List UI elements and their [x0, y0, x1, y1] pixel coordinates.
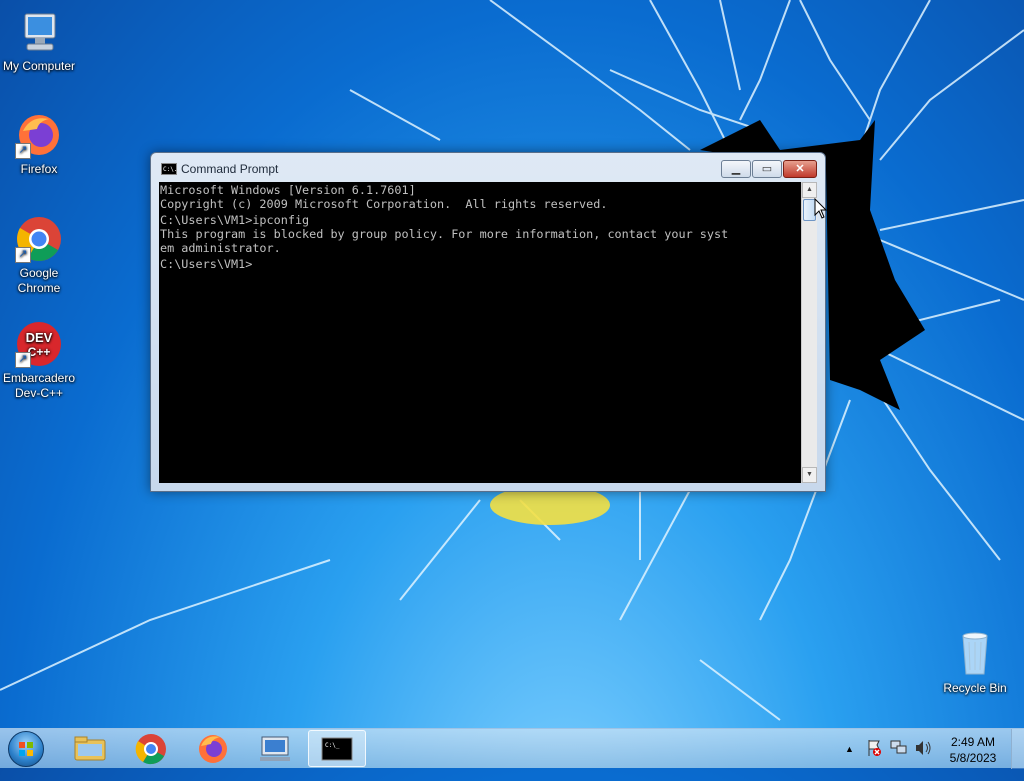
clock-date: 5/8/2023 [949, 751, 997, 765]
firefox-icon: ↗ [15, 111, 63, 159]
taskbar-clock[interactable]: 2:49 AM 5/8/2023 [936, 734, 1010, 766]
cmd-icon: C:\. [161, 163, 177, 175]
taskbar-remote-desktop[interactable] [246, 730, 304, 767]
taskbar: C:\_ ▲ 2:49 AM 5/8/2023 [0, 728, 1024, 769]
volume-icon[interactable] [914, 740, 932, 780]
chrome-icon: ↗ [15, 215, 63, 263]
shortcut-arrow-icon: ↗ [15, 352, 31, 368]
firefox-icon [199, 735, 227, 763]
desktop-icon-label: My Computer [2, 59, 76, 73]
svg-text:C:\_: C:\_ [325, 742, 340, 749]
windows-logo-icon [19, 742, 33, 756]
console-line: Copyright (c) 2009 Microsoft Corporation… [160, 197, 608, 211]
console-line: C:\Users\VM1> [160, 257, 253, 271]
console-line: em administrator. [160, 241, 281, 255]
computer-icon [15, 8, 63, 56]
start-button[interactable] [8, 731, 44, 767]
window-title: Command Prompt [181, 162, 279, 176]
chrome-icon [135, 734, 166, 765]
console-line: Microsoft Windows [Version 6.1.7601] [160, 183, 416, 197]
console-output[interactable]: Microsoft Windows [Version 6.1.7601] Copy… [159, 182, 801, 483]
desktop-icon-google-chrome[interactable]: ↗ Google Chrome [1, 215, 77, 296]
show-hidden-icons-button[interactable]: ▲ [845, 741, 854, 781]
svg-text:DEV: DEV [26, 330, 53, 345]
taskbar-command-prompt[interactable]: C:\_ [308, 730, 366, 767]
minimize-icon: ▁ [731, 163, 741, 175]
desktop-icon-firefox[interactable]: ↗ Firefox [1, 111, 77, 177]
cmd-icon: C:\_ [321, 737, 353, 761]
close-button[interactable]: ✕ [783, 160, 817, 178]
title-bar[interactable]: C:\. Command Prompt ▁ ▭ ✕ [151, 153, 825, 181]
action-center-icon[interactable] [866, 739, 882, 779]
scroll-down-button[interactable]: ▼ [802, 467, 817, 483]
console-line: This program is blocked by group policy.… [160, 227, 729, 241]
close-icon: ✕ [795, 163, 805, 175]
svg-text:C++: C++ [28, 345, 51, 359]
console-line: C:\Users\VM1>ipconfig [160, 213, 310, 227]
desktop-icon-label: Embarcadero Dev-C++ [2, 371, 76, 400]
desktop-icon-devcpp[interactable]: DEV C++ ↗ Embarcadero Dev-C++ [1, 320, 77, 401]
taskbar-explorer[interactable] [60, 730, 118, 767]
maximize-button[interactable]: ▭ [752, 160, 782, 178]
desktop-icon-label: Google Chrome [17, 266, 61, 295]
chevron-up-icon: ▲ [806, 186, 813, 193]
recycle-bin-icon [951, 630, 999, 678]
desktop-icon-my-computer[interactable]: My Computer [1, 8, 77, 74]
devcpp-icon: DEV C++ ↗ [15, 320, 63, 368]
network-icon[interactable] [890, 740, 908, 780]
vertical-scrollbar[interactable]: ▲ ▼ [801, 182, 817, 483]
chevron-up-icon: ▲ [845, 744, 854, 754]
minimize-button[interactable]: ▁ [721, 160, 751, 178]
taskbar-chrome[interactable] [122, 730, 180, 767]
clock-time: 2:49 AM [950, 735, 996, 749]
folder-icon [74, 736, 106, 761]
desktop-icon-label: Recycle Bin [943, 681, 1007, 695]
chevron-down-icon: ▼ [806, 471, 813, 478]
scroll-up-button[interactable]: ▲ [802, 182, 817, 198]
taskbar-firefox[interactable] [184, 730, 242, 767]
command-prompt-window[interactable]: C:\. Command Prompt ▁ ▭ ✕ Microsoft Wind… [150, 152, 826, 492]
desktop-icon-label: Firefox [20, 162, 58, 176]
shortcut-arrow-icon: ↗ [15, 247, 31, 263]
mouse-cursor-icon [814, 198, 828, 219]
desktop-icon-recycle-bin[interactable]: Recycle Bin [937, 630, 1013, 696]
maximize-icon: ▭ [761, 163, 773, 175]
shortcut-arrow-icon: ↗ [15, 143, 31, 159]
network-computer-icon [260, 736, 290, 761]
show-desktop-button[interactable] [1011, 729, 1024, 769]
